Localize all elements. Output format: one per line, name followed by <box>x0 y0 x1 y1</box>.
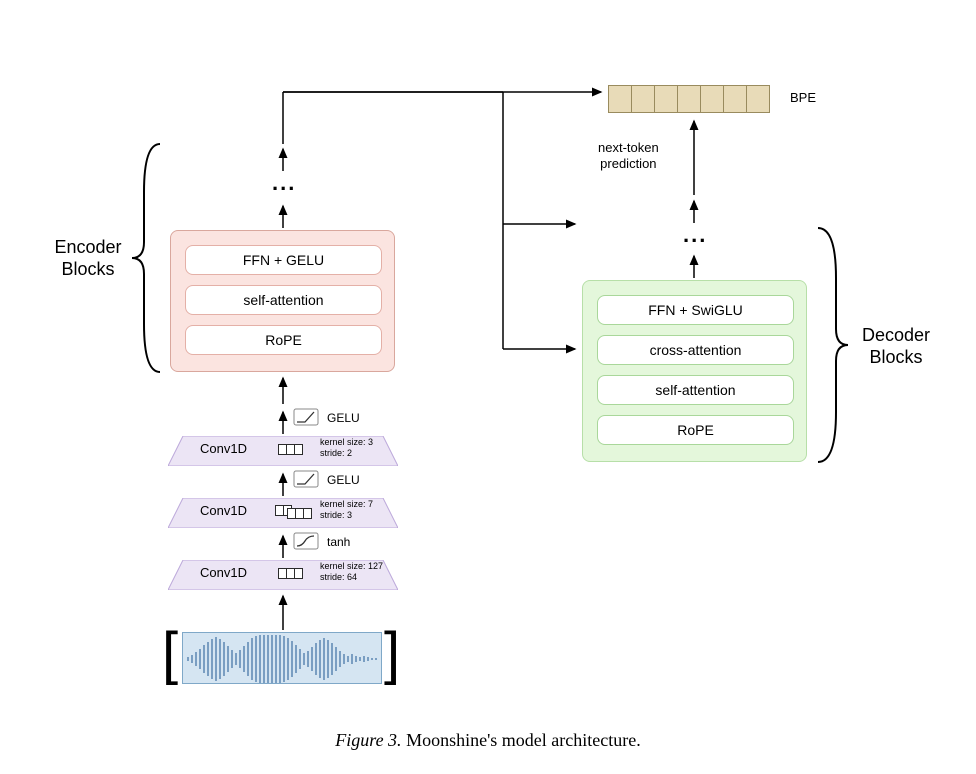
activation-tanh: tanh <box>293 532 373 554</box>
conv-label: Conv1D <box>200 503 247 518</box>
audio-input-bracket-left: [ <box>162 620 178 687</box>
arrow-icon <box>277 530 289 560</box>
figure-caption: Figure 3. Moonshine's model architecture… <box>0 730 976 751</box>
audio-input-bracket-right: ] <box>384 620 400 687</box>
activation-gelu: GELU <box>293 470 373 492</box>
conv1d-layer-1: Conv1D kernel size: 3 stride: 2 <box>168 436 398 466</box>
decoder-layer-ffn: FFN + SwiGLU <box>597 295 794 325</box>
decoder-layer-rope: RoPE <box>597 415 794 445</box>
figure-number: Figure 3. <box>335 730 401 750</box>
conv1d-layer-3: Conv1D kernel size: 127 stride: 64 <box>168 560 398 590</box>
stride-text: stride: 2 <box>320 448 373 459</box>
decoder-side-label: Decoder Blocks <box>856 324 936 368</box>
activation-label: GELU <box>327 473 360 487</box>
conv1d-layer-2: Conv1D kernel size: 7 stride: 3 <box>168 498 398 528</box>
encoder-side-label: Encoder Blocks <box>48 236 128 280</box>
arrow-icon <box>277 468 289 498</box>
arrow-icon <box>688 250 700 280</box>
conv-label: Conv1D <box>200 441 247 456</box>
kernel-text: kernel size: 7 <box>320 499 373 510</box>
stride-text: stride: 64 <box>320 572 383 583</box>
stride-text: stride: 3 <box>320 510 373 521</box>
arrow-icon <box>688 195 700 225</box>
decoder-layer-selfattn: self-attention <box>597 375 794 405</box>
kernel-text: kernel size: 127 <box>320 561 383 572</box>
decoder-layer-crossattn: cross-attention <box>597 335 794 365</box>
kernel-text: kernel size: 3 <box>320 437 373 448</box>
arrow-icon <box>277 406 289 436</box>
bpe-output <box>608 85 770 113</box>
figure-text: Moonshine's model architecture. <box>402 730 641 750</box>
activation-label: GELU <box>327 411 360 425</box>
activation-gelu: GELU <box>293 408 373 430</box>
decoder-block: FFN + SwiGLU cross-attention self-attent… <box>582 280 807 462</box>
ellipsis: ... <box>683 222 707 248</box>
arrow-icon <box>277 372 289 406</box>
brace-left-icon <box>130 142 170 374</box>
audio-waveform <box>182 632 382 684</box>
bpe-label: BPE <box>790 90 816 105</box>
connector-arrows <box>283 92 613 352</box>
arrow-icon <box>277 590 289 632</box>
conv-label: Conv1D <box>200 565 247 580</box>
activation-label: tanh <box>327 535 350 549</box>
arrow-icon <box>688 115 700 197</box>
brace-right-icon <box>812 226 852 464</box>
